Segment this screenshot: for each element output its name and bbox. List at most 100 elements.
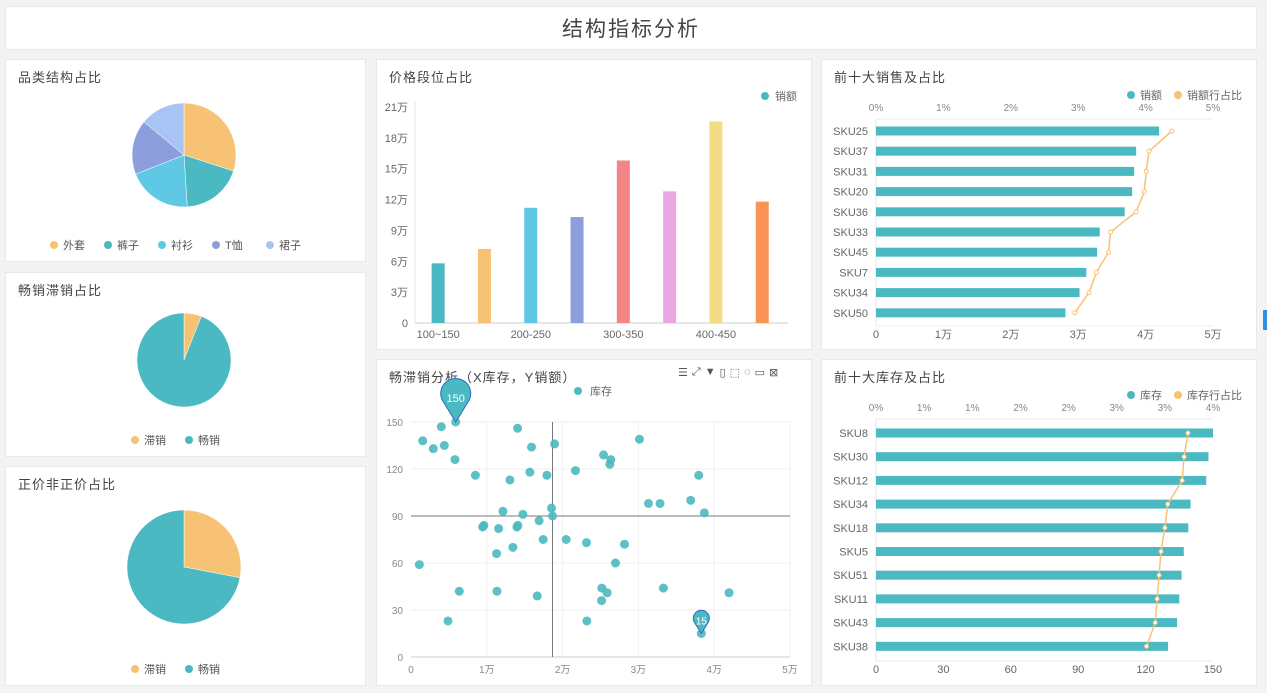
- bar: [876, 227, 1100, 237]
- y-tick-label: SKU12: [833, 475, 868, 487]
- x-tick-label: 2万: [1002, 329, 1019, 341]
- x-tick-label: 3万: [1070, 329, 1087, 341]
- pct-point: [1185, 430, 1191, 436]
- legend-label: 销额行占比: [1187, 88, 1242, 102]
- pct-tick-label: 3%: [1109, 403, 1124, 414]
- bar: [876, 594, 1180, 604]
- bar: [876, 641, 1169, 651]
- y-tick-label: SKU34: [833, 499, 868, 511]
- x-tick-label: 0: [873, 329, 879, 341]
- y-tick-label: SKU43: [833, 618, 868, 630]
- bar: [524, 207, 538, 323]
- y-tick-label: SKU33: [833, 227, 868, 239]
- x-tick-label: 120: [1136, 664, 1154, 676]
- bar: [709, 121, 723, 324]
- bar: [755, 201, 769, 323]
- scatter-point: [538, 535, 548, 544]
- scatter-point: [494, 524, 504, 534]
- legend-label: 库存行占比: [1187, 388, 1242, 402]
- pie-slice-滞销: [183, 509, 242, 578]
- scatter-point: [547, 503, 557, 513]
- legend-dot: [1127, 391, 1135, 399]
- y-tick-label: SKU37: [833, 146, 868, 158]
- legend-dot: [1174, 391, 1182, 399]
- pct-point: [1156, 572, 1162, 578]
- scatter-point: [550, 439, 560, 449]
- pct-line: [1145, 432, 1189, 647]
- pct-point: [1181, 454, 1187, 460]
- pie-slice-畅销: [136, 312, 232, 408]
- pct-line: [1074, 130, 1173, 314]
- bar: [876, 452, 1209, 462]
- scatter-point: [658, 583, 668, 593]
- y-tick-label: SKU11: [834, 594, 868, 606]
- scatter-point: [443, 616, 453, 626]
- pct-tick-label: 3%: [1158, 403, 1173, 414]
- scatter-point: [518, 509, 528, 519]
- legend-label: 滞销: [144, 433, 166, 447]
- y-tick-label: SKU18: [833, 523, 868, 535]
- scatter-point: [655, 498, 665, 508]
- y-tick-label: SKU38: [833, 641, 868, 653]
- pct-point: [1106, 249, 1112, 255]
- x-tick-label: 0: [873, 664, 879, 676]
- bar: [876, 308, 1066, 318]
- bar: [431, 263, 445, 323]
- scatter-point: [479, 520, 489, 530]
- bar: [876, 207, 1125, 217]
- pct-point: [1162, 525, 1168, 531]
- x-tick-label: 1万: [935, 329, 952, 341]
- scatter-point: [534, 516, 544, 526]
- pct-point: [1093, 269, 1099, 275]
- pct-point: [1143, 168, 1149, 174]
- scatter-point: [436, 422, 446, 432]
- x-tick-label: 4万: [1137, 329, 1154, 341]
- pct-tick-label: 1%: [965, 403, 980, 414]
- bar: [876, 187, 1133, 197]
- bar: [876, 288, 1080, 298]
- bar: [570, 217, 584, 323]
- charts-layer: 外套 裤子 衬衫 T恤 裙子滞销 畅销滞销 畅销03万6万9万12万15万18万21万100…: [50, 88, 1242, 676]
- pct-tick-label: 1%: [936, 103, 951, 114]
- y-tick-label: 21万: [385, 102, 408, 114]
- scatter-point: [439, 441, 449, 450]
- legend-label: T恤: [225, 239, 243, 252]
- scatter-point: [605, 459, 615, 469]
- bar: [876, 547, 1184, 556]
- scatter-point: [513, 423, 523, 433]
- legend-label: 销额: [1140, 88, 1162, 102]
- pct-tick-label: 0%: [869, 403, 884, 414]
- pct-tick-label: 1%: [917, 403, 932, 414]
- bar: [876, 126, 1160, 136]
- y-tick-label: 12万: [385, 195, 408, 207]
- y-tick-label: SKU25: [833, 126, 868, 138]
- legend-label: 外套: [63, 239, 85, 252]
- legend-dot: [104, 241, 112, 249]
- legend-label: 库存: [1140, 388, 1162, 402]
- pct-point: [1141, 189, 1147, 195]
- scatter-point: [561, 535, 571, 544]
- y-tick-label: SKU30: [833, 452, 868, 464]
- scatter-point: [686, 495, 696, 505]
- bar: [876, 523, 1189, 533]
- scatter-point: [450, 455, 460, 465]
- bar: [876, 146, 1137, 156]
- legend-label: 衬衫: [171, 239, 193, 252]
- y-tick-label: 3万: [391, 287, 408, 299]
- pct-tick-label: 5%: [1206, 103, 1221, 114]
- legend-label: 畅销: [198, 433, 220, 447]
- scatter-point: [699, 508, 709, 518]
- scatter-point: [570, 466, 580, 476]
- pct-point: [1158, 549, 1164, 554]
- y-tick-label: SKU36: [833, 207, 868, 219]
- scatter-point: [498, 506, 508, 516]
- pct-tick-label: 2%: [1013, 403, 1028, 414]
- bar: [876, 499, 1191, 509]
- legend-dot: [131, 436, 139, 444]
- legend-dot: [761, 92, 769, 100]
- pct-tick-label: 4%: [1206, 403, 1221, 414]
- x-tick-label: 2万: [555, 665, 571, 676]
- y-tick-label: 90: [392, 512, 404, 523]
- scatter-point: [619, 539, 629, 549]
- legend-dot: [212, 241, 220, 249]
